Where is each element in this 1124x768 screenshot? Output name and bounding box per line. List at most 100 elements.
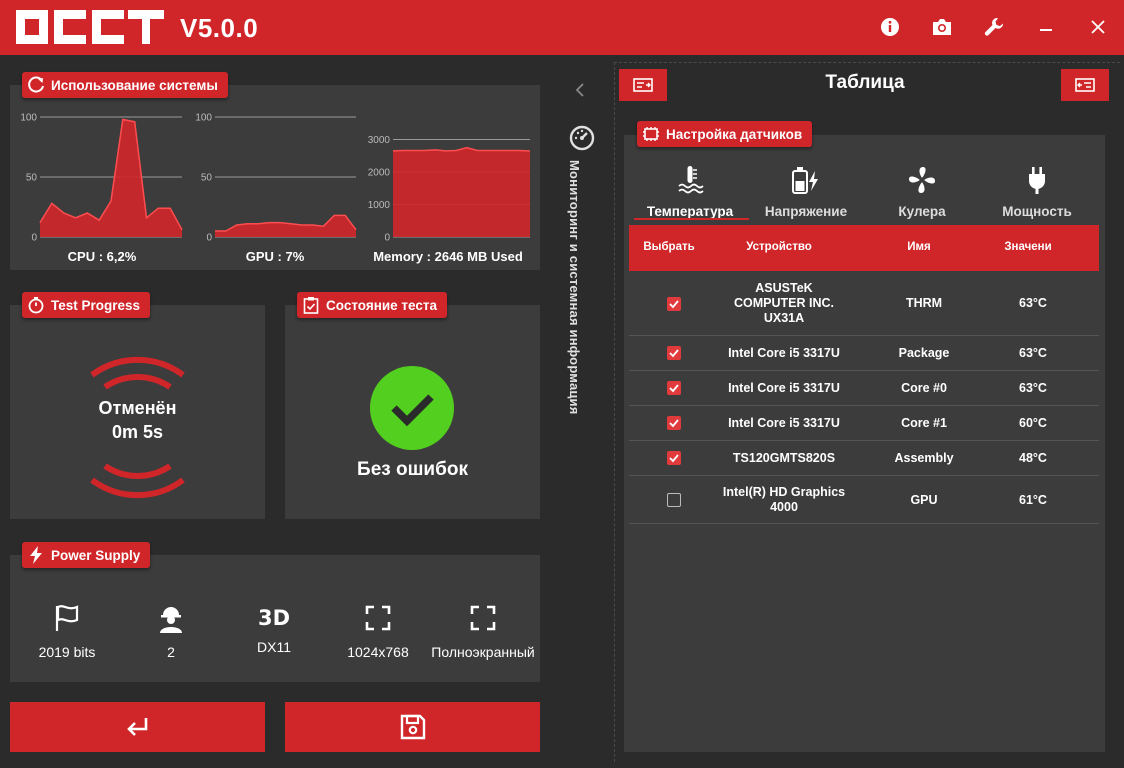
- table-left-button[interactable]: [619, 69, 667, 101]
- tab-fans-label: Кулера: [898, 204, 946, 219]
- axis-tick-label: 100: [195, 113, 212, 124]
- axis-tick-label: 50: [26, 173, 38, 184]
- ps-item-mode: Полноэкранный: [430, 603, 536, 660]
- tab-voltage-label: Напряжение: [764, 204, 848, 219]
- camera-icon[interactable]: [929, 14, 955, 40]
- power-supply-badge: Power Supply: [22, 542, 151, 568]
- table-import-icon: [1075, 78, 1095, 92]
- ps-mode-label: Полноэкранный: [431, 644, 535, 660]
- row-value: 63°C: [1019, 346, 1047, 360]
- row-checkbox[interactable]: [667, 416, 681, 430]
- usage-area-series: [215, 215, 356, 237]
- power-supply-title: Power Supply: [51, 547, 141, 563]
- ps-bits-label: 2019 bits: [38, 644, 96, 660]
- minimize-icon[interactable]: [1033, 14, 1059, 40]
- row-value: 61°C: [1019, 492, 1047, 507]
- wrench-icon[interactable]: [981, 14, 1007, 40]
- save-button[interactable]: [285, 702, 540, 752]
- usage-area-series: [393, 147, 530, 237]
- tab-temperature-label: Температура: [646, 204, 734, 219]
- row-name: Core #1: [901, 416, 947, 430]
- right-title: Таблица: [825, 72, 905, 93]
- battery-bolt-icon: [792, 167, 818, 194]
- axis-tick-label: 0: [31, 233, 37, 244]
- back-button[interactable]: [10, 702, 265, 752]
- ps-resolution-label: 1024x768: [347, 644, 409, 660]
- test-state-badge: Состояние теста: [297, 292, 447, 318]
- gpu-caption: GPU : 7%: [245, 249, 305, 264]
- test-state-title: Состояние теста: [326, 297, 437, 313]
- table-row[interactable]: ASUSTeK COMPUTER INC. UX31A THRM 63°C: [629, 271, 1099, 336]
- col-value: Значени: [1004, 241, 1052, 253]
- test-progress-title: Test Progress: [51, 297, 141, 313]
- row-checkbox[interactable]: [667, 297, 681, 311]
- table-row[interactable]: Intel(R) HD Graphics 4000 GPU 61°C: [629, 476, 1099, 524]
- 3d-icon: 3D: [257, 606, 291, 630]
- ps-item-directx: 3D DX11: [229, 603, 319, 655]
- row-name: Package: [898, 346, 950, 360]
- row-device: Intel Core i5 3317U: [728, 346, 840, 360]
- gauge-icon[interactable]: [569, 125, 595, 156]
- row-name: THRM: [905, 296, 943, 310]
- usage-charts: 100 50 0 100 50 0 3000 2000 1000 0: [20, 113, 531, 244]
- test-state-panel: Без ошибок: [285, 305, 540, 519]
- row-device: Intel Core i5 3317U: [728, 381, 840, 395]
- stopwatch-icon: [26, 295, 46, 315]
- cpu-caption: CPU : 6,2%: [67, 249, 137, 264]
- row-checkbox[interactable]: [667, 346, 681, 360]
- return-icon: [126, 718, 147, 736]
- sensor-table-header: Выбрать Устройство Имя Значени: [629, 225, 1099, 271]
- test-progress-panel: Отменён 0m 5s: [10, 305, 265, 519]
- collapse-chevron-icon[interactable]: [574, 82, 586, 103]
- fan-icon: [909, 167, 935, 193]
- table-row[interactable]: TS120GMTS820S Assembly 48°C: [629, 441, 1099, 476]
- axis-tick-label: 3000: [368, 135, 391, 146]
- ps-item-resolution: 1024x768: [333, 603, 423, 660]
- tab-voltage[interactable]: Напряжение: [746, 165, 866, 219]
- row-device: Intel(R) HD Graphics 4000: [722, 485, 846, 514]
- axis-tick-label: 0: [384, 233, 390, 244]
- row-value: 63°C: [1019, 381, 1047, 395]
- tab-power[interactable]: Мощность: [977, 165, 1097, 219]
- table-right-button[interactable]: [1061, 69, 1109, 101]
- table-row[interactable]: Intel Core i5 3317U Core #0 63°C: [629, 371, 1099, 406]
- axis-tick-label: 1000: [368, 200, 391, 211]
- clipboard-icon: [301, 295, 321, 315]
- col-device: Устройство: [746, 241, 812, 253]
- table-row[interactable]: Intel Core i5 3317U Core #1 60°C: [629, 406, 1099, 441]
- side-tab-label[interactable]: Мониторинг и системная информация: [567, 160, 582, 415]
- row-value: 60°C: [1019, 416, 1047, 430]
- row-checkbox[interactable]: [667, 381, 681, 395]
- close-icon[interactable]: [1085, 14, 1111, 40]
- app-version: V5.0.0: [180, 13, 259, 43]
- chip-icon: [641, 124, 661, 144]
- usage-area-series: [40, 119, 182, 237]
- flag-icon: [55, 605, 79, 631]
- plug-icon: [1029, 167, 1045, 194]
- axis-tick-label: 50: [201, 173, 213, 184]
- power-supply-panel: 2019 bits 2 3D DX11 1024x768 Полноэкранн…: [10, 555, 540, 682]
- row-name: Core #0: [901, 381, 947, 395]
- axis-tick-label: 0: [206, 233, 212, 244]
- row-device: TS120GMTS820S: [732, 451, 836, 465]
- row-device: ASUSTeK COMPUTER INC. UX31A: [734, 281, 834, 325]
- row-checkbox[interactable]: [667, 451, 681, 465]
- table-row[interactable]: Intel Core i5 3317U Package 63°C: [629, 336, 1099, 371]
- info-icon[interactable]: [877, 14, 903, 40]
- save-icon: [400, 714, 425, 740]
- test-progress-badge: Test Progress: [22, 292, 151, 318]
- lightning-icon: [26, 545, 46, 565]
- ps-threads-label: 2: [167, 644, 175, 660]
- tab-fans[interactable]: Кулера: [862, 165, 982, 219]
- ps-item-bits: 2019 bits: [22, 603, 112, 660]
- progress-time: 0m 5s: [111, 422, 164, 442]
- tab-active-underline: [634, 218, 749, 220]
- ok-check-icon: [370, 366, 454, 450]
- tab-temperature[interactable]: Температура: [630, 165, 750, 219]
- fullscreen-icon: [470, 605, 496, 631]
- row-name: Assembly: [894, 451, 954, 465]
- progress-status: Отменён: [98, 398, 177, 418]
- col-name: Имя: [907, 241, 931, 253]
- row-checkbox[interactable]: [667, 493, 681, 507]
- row-value: 63°C: [1019, 296, 1047, 310]
